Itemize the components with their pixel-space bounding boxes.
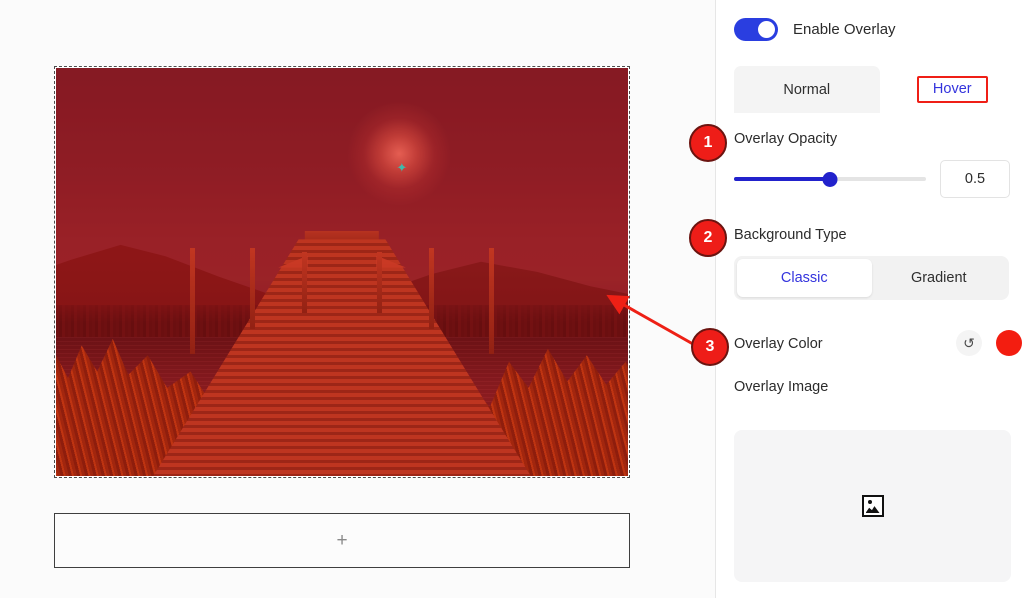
image-inner: ✦ xyxy=(56,68,628,476)
sun-sparkle-icon: ✦ xyxy=(396,159,408,175)
overlay-settings-panel: Enable Overlay Normal Hover Overlay Opac… xyxy=(715,0,1024,598)
tab-normal-label: Normal xyxy=(783,81,831,98)
badge-2-number: 2 xyxy=(703,229,713,246)
overlay-image-label: Overlay Image xyxy=(734,379,829,395)
overlay-color-label: Overlay Color xyxy=(734,336,823,352)
annotation-badge-2: 2 xyxy=(689,219,727,257)
editor-canvas: ✦ + xyxy=(0,0,715,598)
background-type-segmented-control: Classic Gradient xyxy=(734,256,1009,300)
overlay-image-dropzone[interactable] xyxy=(734,430,1011,582)
image-placeholder-icon xyxy=(861,495,884,517)
add-element-block[interactable]: + xyxy=(54,513,630,568)
enable-overlay-row[interactable]: Enable Overlay xyxy=(734,18,896,41)
tab-hover-label: Hover xyxy=(916,75,988,104)
enable-overlay-label: Enable Overlay xyxy=(793,21,896,38)
selected-image-block[interactable]: ✦ xyxy=(54,66,630,478)
reset-glyph: ↺ xyxy=(963,334,975,351)
slider-thumb[interactable] xyxy=(822,171,838,187)
segment-classic-label: Classic xyxy=(780,270,828,286)
overlay-opacity-slider[interactable] xyxy=(734,169,926,189)
segment-gradient-label: Gradient xyxy=(910,270,967,286)
tab-hover[interactable]: Hover xyxy=(879,66,1024,113)
background-type-label: Background Type xyxy=(734,227,847,243)
annotation-badge-1: 1 xyxy=(689,124,727,162)
overlay-opacity-value: 0.5 xyxy=(964,171,986,187)
badge-1-number: 1 xyxy=(703,134,713,151)
tab-normal[interactable]: Normal xyxy=(734,66,880,113)
state-tabs: Normal Hover xyxy=(734,66,1024,113)
badge-3-number: 3 xyxy=(705,338,715,355)
overlay-opacity-row: 0.5 xyxy=(734,160,1024,198)
plus-icon: + xyxy=(336,530,348,551)
overlay-opacity-label: Overlay Opacity xyxy=(734,131,838,147)
red-color-overlay-tint xyxy=(56,68,628,476)
segment-classic[interactable]: Classic xyxy=(737,259,872,297)
overlay-color-swatch[interactable] xyxy=(996,330,1022,356)
toggle-knob xyxy=(758,21,775,38)
reset-icon[interactable]: ↺ xyxy=(956,330,982,356)
annotation-badge-3: 3 xyxy=(691,328,729,366)
segment-gradient[interactable]: Gradient xyxy=(872,259,1007,297)
slider-fill xyxy=(734,177,830,181)
enable-overlay-toggle[interactable] xyxy=(734,18,778,41)
overlay-opacity-input[interactable]: 0.5 xyxy=(940,160,1010,198)
